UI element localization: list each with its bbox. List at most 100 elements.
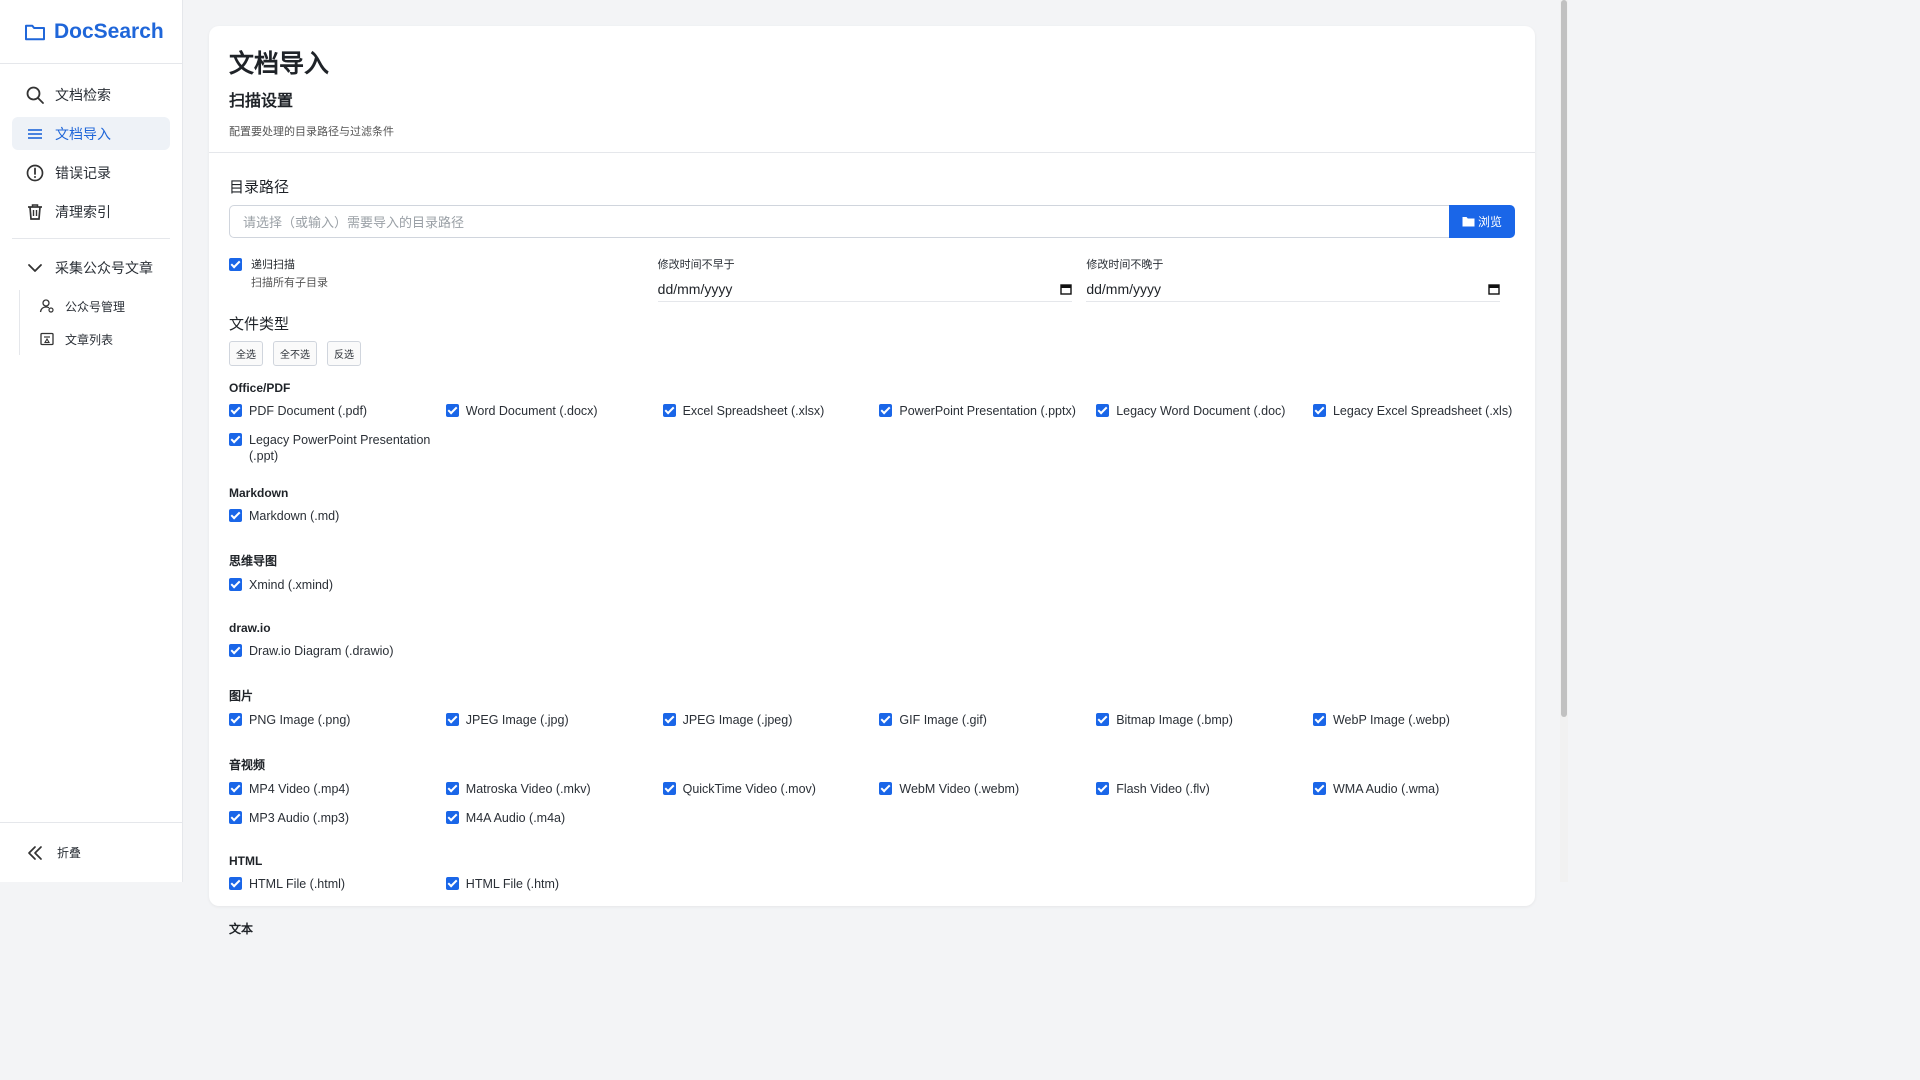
file-type-checkbox[interactable] bbox=[229, 877, 242, 890]
file-type-option[interactable]: PDF Document (.pdf) bbox=[229, 403, 446, 432]
browse-button[interactable]: 浏览 bbox=[1449, 205, 1515, 238]
modified-after-value: dd/mm/yyyy bbox=[657, 281, 733, 297]
modified-after-option: 修改时间不早于 dd/mm/yyyy bbox=[657, 256, 1087, 302]
file-type-checkbox[interactable] bbox=[1096, 782, 1110, 795]
file-type-checkbox[interactable] bbox=[229, 578, 242, 591]
file-type-option[interactable]: Draw.io Diagram (.drawio) bbox=[229, 643, 446, 672]
recursive-option: 递归扫描 扫描所有子目录 bbox=[229, 256, 658, 301]
calendar-icon[interactable] bbox=[1059, 283, 1072, 295]
file-type-option[interactable]: JPEG Image (.jpg) bbox=[445, 712, 663, 741]
file-type-option[interactable]: HTML File (.htm) bbox=[445, 876, 663, 905]
scan-options: 递归扫描 扫描所有子目录 修改时间不早于 dd/mm/yyyy 修改时间不晚于 … bbox=[229, 256, 1515, 302]
file-type-checkbox[interactable] bbox=[879, 404, 893, 417]
recursive-checkbox[interactable] bbox=[229, 257, 242, 271]
card-body: 目录路径 请选择（或输入）需要导入的目录路径 浏览 递归扫描 扫描所有子目录 修… bbox=[209, 176, 1535, 937]
file-type-checkbox[interactable] bbox=[445, 811, 459, 824]
sidebar-sub-label: 公众号管理 bbox=[65, 299, 126, 314]
file-type-checkbox[interactable] bbox=[1096, 404, 1110, 417]
calendar-icon[interactable] bbox=[1488, 283, 1501, 295]
file-type-option[interactable]: PowerPoint Presentation (.pptx) bbox=[879, 403, 1096, 432]
double-chevron-left-icon bbox=[28, 845, 42, 860]
file-type-option[interactable]: Word Document (.docx) bbox=[445, 403, 663, 432]
file-type-option[interactable]: M4A Audio (.m4a) bbox=[445, 810, 663, 839]
file-type-option[interactable]: MP4 Video (.mp4) bbox=[229, 781, 446, 810]
sidebar-item-search[interactable]: 文档检索 bbox=[12, 78, 170, 111]
sidebar-item-clean-index[interactable]: 清理索引 bbox=[12, 195, 170, 228]
file-type-option[interactable]: Flash Video (.flv) bbox=[1096, 781, 1313, 810]
brand[interactable]: DocSearch bbox=[0, 0, 182, 64]
file-type-option[interactable]: Bitmap Image (.bmp) bbox=[1096, 712, 1313, 741]
file-type-option[interactable]: Matroska Video (.mkv) bbox=[445, 781, 663, 810]
file-type-option[interactable]: WebP Image (.webp) bbox=[1312, 712, 1530, 741]
sidebar-group-wechat[interactable]: 采集公众号文章 bbox=[12, 251, 170, 284]
file-type-label: Xmind (.xmind) bbox=[249, 578, 334, 592]
file-type-checkbox[interactable] bbox=[1096, 713, 1110, 726]
file-type-checkbox[interactable] bbox=[1312, 713, 1326, 726]
sidebar-item-errors[interactable]: 错误记录 bbox=[12, 156, 170, 189]
file-type-option[interactable]: PNG Image (.png) bbox=[229, 712, 446, 741]
file-type-option[interactable]: Markdown (.md) bbox=[229, 508, 446, 537]
recursive-checkbox-row[interactable]: 递归扫描 bbox=[229, 256, 658, 272]
file-type-option[interactable]: MP3 Audio (.mp3) bbox=[229, 810, 446, 839]
file-type-option[interactable]: WMA Audio (.wma) bbox=[1312, 781, 1530, 810]
sidebar-item-label: 文档检索 bbox=[55, 86, 111, 103]
brand-name: DocSearch bbox=[54, 19, 164, 43]
file-type-option[interactable]: Legacy Excel Spreadsheet (.xls) bbox=[1312, 403, 1530, 432]
file-type-label: WebP Image (.webp) bbox=[1332, 713, 1450, 727]
scrollbar[interactable] bbox=[1560, 0, 1568, 882]
search-icon bbox=[26, 86, 44, 104]
file-type-option[interactable]: Excel Spreadsheet (.xlsx) bbox=[662, 403, 880, 432]
file-type-checkbox[interactable] bbox=[229, 644, 242, 657]
file-type-label: Matroska Video (.mkv) bbox=[465, 782, 591, 796]
path-input[interactable]: 请选择（或输入）需要导入的目录路径 bbox=[229, 205, 1449, 238]
file-type-option[interactable]: QuickTime Video (.mov) bbox=[662, 781, 880, 810]
file-type-checkbox[interactable] bbox=[229, 509, 242, 522]
sidebar-item-import[interactable]: 文档导入 bbox=[12, 117, 170, 150]
sidebar-item-account-manage[interactable]: 公众号管理 bbox=[39, 290, 170, 322]
file-type-checkbox[interactable] bbox=[445, 404, 459, 417]
file-type-label: PDF Document (.pdf) bbox=[249, 404, 368, 418]
nav-divider bbox=[12, 238, 170, 239]
file-type-checkbox[interactable] bbox=[1312, 782, 1326, 795]
file-type-label: Legacy Word Document (.doc) bbox=[1116, 404, 1286, 418]
file-type-option[interactable]: WebM Video (.webm) bbox=[879, 781, 1096, 810]
collapse-button[interactable]: 折叠 bbox=[0, 822, 182, 882]
file-type-group-title: HTML bbox=[229, 854, 263, 868]
file-type-label: Draw.io Diagram (.drawio) bbox=[249, 644, 394, 658]
file-type-option[interactable]: Legacy Word Document (.doc) bbox=[1096, 403, 1313, 432]
file-type-checkbox[interactable] bbox=[879, 713, 893, 726]
select-all-button[interactable]: 全选 bbox=[229, 341, 263, 366]
sidebar-item-label: 清理索引 bbox=[55, 203, 111, 220]
file-type-checkbox[interactable] bbox=[445, 713, 459, 726]
file-type-checkbox[interactable] bbox=[445, 782, 459, 795]
file-type-grid: Xmind (.xmind) bbox=[229, 577, 1515, 606]
modified-before-input[interactable]: dd/mm/yyyy bbox=[1086, 277, 1501, 302]
file-type-checkbox[interactable] bbox=[229, 811, 242, 824]
file-type-option[interactable]: HTML File (.html) bbox=[229, 876, 446, 905]
file-type-option[interactable]: Legacy PowerPoint Presentation (.ppt) bbox=[229, 432, 446, 471]
file-type-checkbox[interactable] bbox=[229, 782, 242, 795]
select-none-button[interactable]: 全不选 bbox=[273, 341, 317, 366]
file-type-checkbox[interactable] bbox=[662, 782, 676, 795]
file-type-checkbox[interactable] bbox=[229, 433, 242, 446]
sidebar-item-label: 错误记录 bbox=[55, 164, 111, 181]
file-type-option[interactable]: GIF Image (.gif) bbox=[879, 712, 1096, 741]
file-type-checkbox[interactable] bbox=[229, 713, 242, 726]
file-type-checkbox[interactable] bbox=[662, 713, 676, 726]
file-type-checkbox[interactable] bbox=[879, 782, 893, 795]
file-type-checkbox[interactable] bbox=[445, 877, 459, 890]
invert-selection-button[interactable]: 反选 bbox=[327, 341, 361, 366]
file-type-checkbox[interactable] bbox=[229, 404, 242, 417]
file-type-label: QuickTime Video (.mov) bbox=[682, 782, 816, 796]
sidebar-group-label: 采集公众号文章 bbox=[55, 259, 153, 276]
sidebar-item-article-list[interactable]: 文章列表 bbox=[39, 323, 170, 355]
file-type-checkbox[interactable] bbox=[662, 404, 676, 417]
file-type-grid: MP4 Video (.mp4) Matroska Video (.mkv) Qui… bbox=[229, 781, 1515, 839]
file-type-option[interactable]: JPEG Image (.jpeg) bbox=[662, 712, 880, 741]
list-icon bbox=[28, 128, 42, 139]
file-type-option[interactable]: Xmind (.xmind) bbox=[229, 577, 446, 606]
trash-icon bbox=[28, 203, 42, 220]
file-type-checkbox[interactable] bbox=[1312, 404, 1326, 417]
scrollbar-thumb[interactable] bbox=[1561, 0, 1567, 717]
modified-after-input[interactable]: dd/mm/yyyy bbox=[657, 277, 1072, 302]
